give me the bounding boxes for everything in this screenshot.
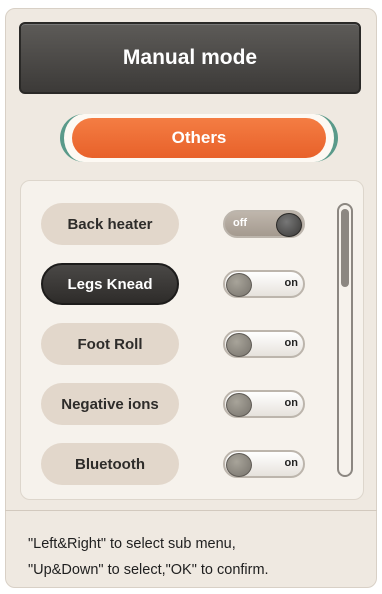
back-heater-toggle[interactable]: off xyxy=(223,210,305,238)
item-label: Bluetooth xyxy=(75,455,145,473)
legs-knead-toggle[interactable]: on xyxy=(223,270,305,298)
category-label: Others xyxy=(171,128,227,147)
list-item: Bluetooth on xyxy=(41,443,341,487)
scrollbar[interactable] xyxy=(337,203,353,477)
hint-line-1: "Left&Right" to select sub menu, xyxy=(28,536,236,552)
negative-ions-toggle[interactable]: on xyxy=(223,390,305,418)
negative-ions-button[interactable]: Negative ions xyxy=(41,383,179,425)
bluetooth-button[interactable]: Bluetooth xyxy=(41,443,179,485)
toggle-knob xyxy=(226,453,252,477)
list-item: Legs Knead on xyxy=(41,263,341,307)
toggle-knob xyxy=(226,273,252,297)
item-label: Back heater xyxy=(67,215,153,233)
scrollbar-thumb[interactable] xyxy=(341,209,349,287)
foot-roll-button[interactable]: Foot Roll xyxy=(41,323,179,365)
list-item: Foot Roll on xyxy=(41,323,341,367)
toggle-knob xyxy=(226,393,252,417)
toggle-knob xyxy=(226,333,252,357)
item-label: Foot Roll xyxy=(77,335,143,353)
toggle-state: off xyxy=(233,217,248,229)
toggle-state: on xyxy=(284,457,298,469)
toggle-state: on xyxy=(284,397,298,409)
item-label: Legs Knead xyxy=(67,275,153,293)
back-heater-button[interactable]: Back heater xyxy=(41,203,179,245)
list-item: Negative ions on xyxy=(41,383,341,427)
list-item: Back heater off xyxy=(41,203,341,247)
category-selector[interactable]: Others xyxy=(60,114,338,162)
divider xyxy=(5,510,377,511)
item-label: Negative ions xyxy=(61,395,159,413)
legs-knead-button[interactable]: Legs Knead xyxy=(41,263,179,305)
bluetooth-toggle[interactable]: on xyxy=(223,450,305,478)
foot-roll-toggle[interactable]: on xyxy=(223,330,305,358)
page-title-text: Manual mode xyxy=(122,46,258,69)
category-button[interactable]: Others xyxy=(72,118,326,158)
toggle-knob xyxy=(276,213,302,237)
toggle-state: on xyxy=(284,277,298,289)
page-title: Manual mode xyxy=(19,22,361,94)
hint-line-2: "Up&Down" to select,"OK" to confirm. xyxy=(28,562,269,578)
toggle-state: on xyxy=(284,337,298,349)
option-list: Back heater off Legs Knead on Foot Roll … xyxy=(20,180,364,500)
